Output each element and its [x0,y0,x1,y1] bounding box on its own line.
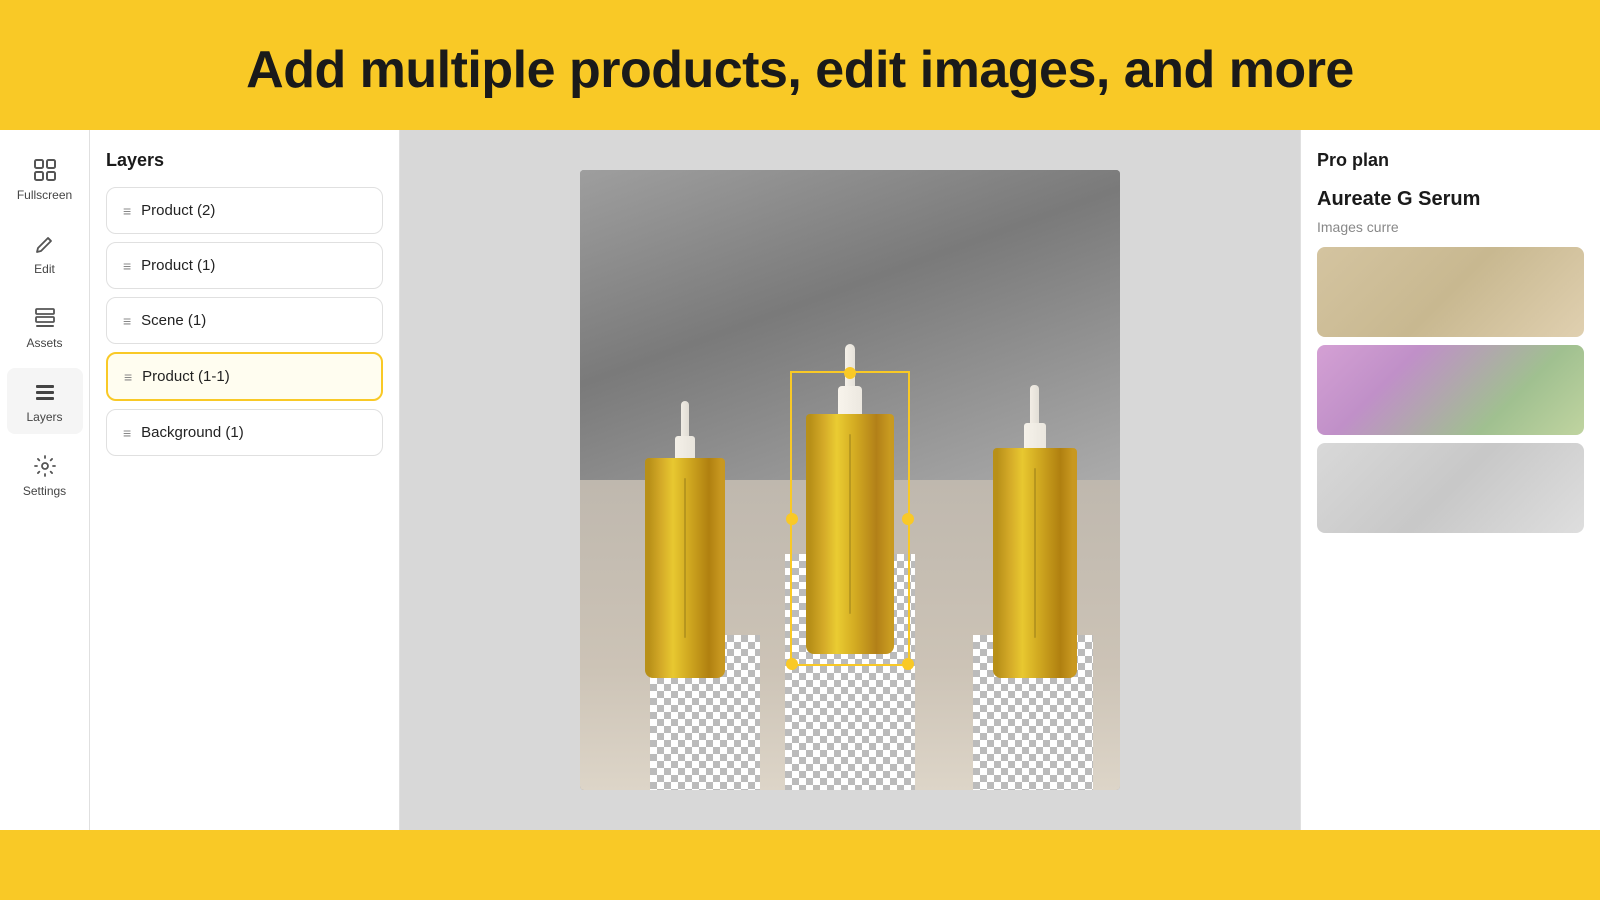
hero-banner: Add multiple products, edit images, and … [0,0,1600,130]
sidebar-item-fullscreen[interactable]: Fullscreen [7,146,83,212]
layers-icon [31,378,59,406]
edit-icon [31,230,59,258]
images-label: Images curre [1317,219,1584,235]
drag-icon-scene-1: ≡ [123,313,131,329]
cap-left [675,436,695,458]
product-image-bg [580,170,1120,790]
layer-item-product-1-1[interactable]: ≡ Product (1-1) [106,352,383,401]
drag-icon-background-1: ≡ [123,425,131,441]
body-left [645,458,725,678]
product-name: Aureate G Serum [1317,187,1584,211]
dropper-center [845,344,855,386]
thumbnail-1[interactable] [1317,247,1584,337]
right-panel: Pro plan Aureate G Serum Images curre [1300,130,1600,830]
layer-name-background-1: Background (1) [141,424,244,441]
sidebar-item-settings-label: Settings [23,484,66,498]
drag-icon-product-1: ≡ [123,258,131,274]
needle-center [849,434,851,614]
pro-plan-badge: Pro plan [1317,150,1584,171]
fullscreen-icon [31,156,59,184]
sidebar-item-layers-label: Layers [26,410,62,424]
bottle-right [993,385,1077,678]
needle-left [684,478,686,638]
layer-name-product-1: Product (1) [141,257,215,274]
layers-panel: Layers ≡ Product (2) ≡ Product (1) ≡ Sce… [90,130,400,830]
layer-item-product-2[interactable]: ≡ Product (2) [106,187,383,234]
thumbnail-2[interactable] [1317,345,1584,435]
sidebar-item-fullscreen-label: Fullscreen [17,188,72,202]
thumbnail-3[interactable] [1317,443,1584,533]
sidebar: Fullscreen Edit Assets [0,130,90,830]
cap-right [1024,423,1046,448]
canvas-area[interactable] [400,130,1300,830]
needle-right [1034,468,1036,638]
layer-name-product-1-1: Product (1-1) [142,368,230,385]
sidebar-item-settings[interactable]: Settings [7,442,83,508]
drag-icon-product-2: ≡ [123,203,131,219]
image-thumbnails [1317,247,1584,533]
body-center [806,414,894,654]
sidebar-item-layers[interactable]: Layers [7,368,83,434]
assets-icon [31,304,59,332]
layers-panel-title: Layers [106,150,383,171]
layer-name-product-2: Product (2) [141,202,215,219]
sidebar-item-edit[interactable]: Edit [7,220,83,286]
app-container: Fullscreen Edit Assets [0,130,1600,830]
sidebar-item-edit-label: Edit [34,262,55,276]
settings-icon [31,452,59,480]
layer-item-background-1[interactable]: ≡ Background (1) [106,409,383,456]
sidebar-item-assets[interactable]: Assets [7,294,83,360]
bottle-left [645,401,725,678]
sidebar-item-assets-label: Assets [26,336,62,350]
bottle-center [806,344,894,654]
drag-icon-product-1-1: ≡ [124,369,132,385]
canvas-content [580,170,1120,790]
dropper-left [681,401,689,436]
layer-name-scene-1: Scene (1) [141,312,206,329]
cap-center [838,386,862,414]
layer-item-scene-1[interactable]: ≡ Scene (1) [106,297,383,344]
dropper-right [1030,385,1039,423]
body-right [993,448,1077,678]
layer-item-product-1[interactable]: ≡ Product (1) [106,242,383,289]
hero-title: Add multiple products, edit images, and … [246,40,1354,100]
